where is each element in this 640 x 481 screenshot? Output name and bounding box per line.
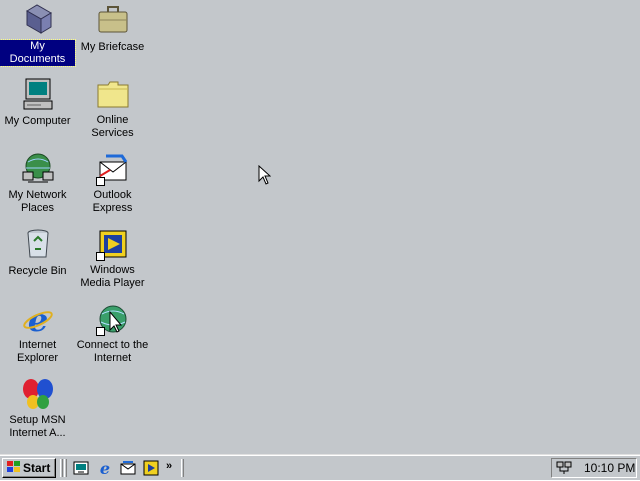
icon-label: Online Services [91,114,134,139]
taskbar: Start e » 10:10 PM [0,454,640,480]
my-network-places-desktop-icon[interactable]: My Network Places [0,152,75,216]
my-documents-icon [21,3,55,37]
shortcut-arrow-icon [95,252,105,261]
icon-label: My Computer [4,115,71,127]
desktop[interactable]: My Documents My Briefcase My Computer On… [0,0,640,454]
internet-explorer-desktop-icon[interactable]: e Internet Explorer [0,301,75,366]
icon-label: Windows Media Player [80,264,145,289]
outlook-express-icon [95,152,130,186]
internet-explorer-icon[interactable]: e [96,459,114,478]
icon-label: My Network Places [8,189,67,214]
start-label: Start [23,461,51,475]
icon-label: Recycle Bin [8,265,67,277]
system-tray: 10:10 PM [551,458,637,478]
connect-internet-icon [95,302,130,336]
windows-logo-icon [6,460,21,476]
shortcut-arrow-icon [95,177,105,186]
icon-label: Outlook Express [92,189,133,214]
outlook-express-desktop-icon[interactable]: Outlook Express [75,152,150,216]
folder-icon [96,77,130,111]
icon-label: My Documents [0,39,76,67]
my-computer-icon [21,77,55,111]
svg-text:e: e [100,460,110,476]
start-button[interactable]: Start [2,458,56,478]
network-tray-icon[interactable] [556,461,572,475]
my-briefcase-desktop-icon[interactable]: My Briefcase [75,3,150,55]
icon-label: Connect to the Internet [76,339,149,364]
icon-label: My Briefcase [80,41,145,53]
media-player-icon [95,227,130,261]
media-player-icon[interactable] [142,460,160,476]
taskbar-grip[interactable] [64,459,67,477]
my-documents-desktop-icon[interactable]: My Documents [0,3,76,67]
shortcut-arrow-icon [95,327,105,336]
msn-butterfly-icon [21,377,55,411]
quick-launch-chevron[interactable]: » [166,460,172,472]
setup-msn-desktop-icon[interactable]: Setup MSN Internet A... [0,377,75,441]
recycle-bin-icon [21,227,55,261]
windows-media-player-desktop-icon[interactable]: Windows Media Player [75,227,150,291]
connect-internet-desktop-icon[interactable]: Connect to the Internet [75,302,150,366]
network-places-icon [21,152,55,186]
icon-label: Setup MSN Internet A... [9,414,66,439]
outlook-express-icon[interactable] [119,460,137,476]
internet-explorer-icon: e [21,301,55,339]
tray-clock[interactable]: 10:10 PM [584,461,635,475]
taskbar-grip[interactable] [181,459,184,477]
taskbar-grip[interactable] [60,459,63,477]
my-computer-desktop-icon[interactable]: My Computer [0,77,75,129]
recycle-bin-desktop-icon[interactable]: Recycle Bin [0,227,75,279]
show-desktop-icon[interactable] [72,460,90,476]
online-services-desktop-icon[interactable]: Online Services [75,77,150,141]
mouse-cursor-icon [258,164,272,190]
briefcase-icon [96,3,130,37]
icon-label: Internet Explorer [17,339,58,364]
